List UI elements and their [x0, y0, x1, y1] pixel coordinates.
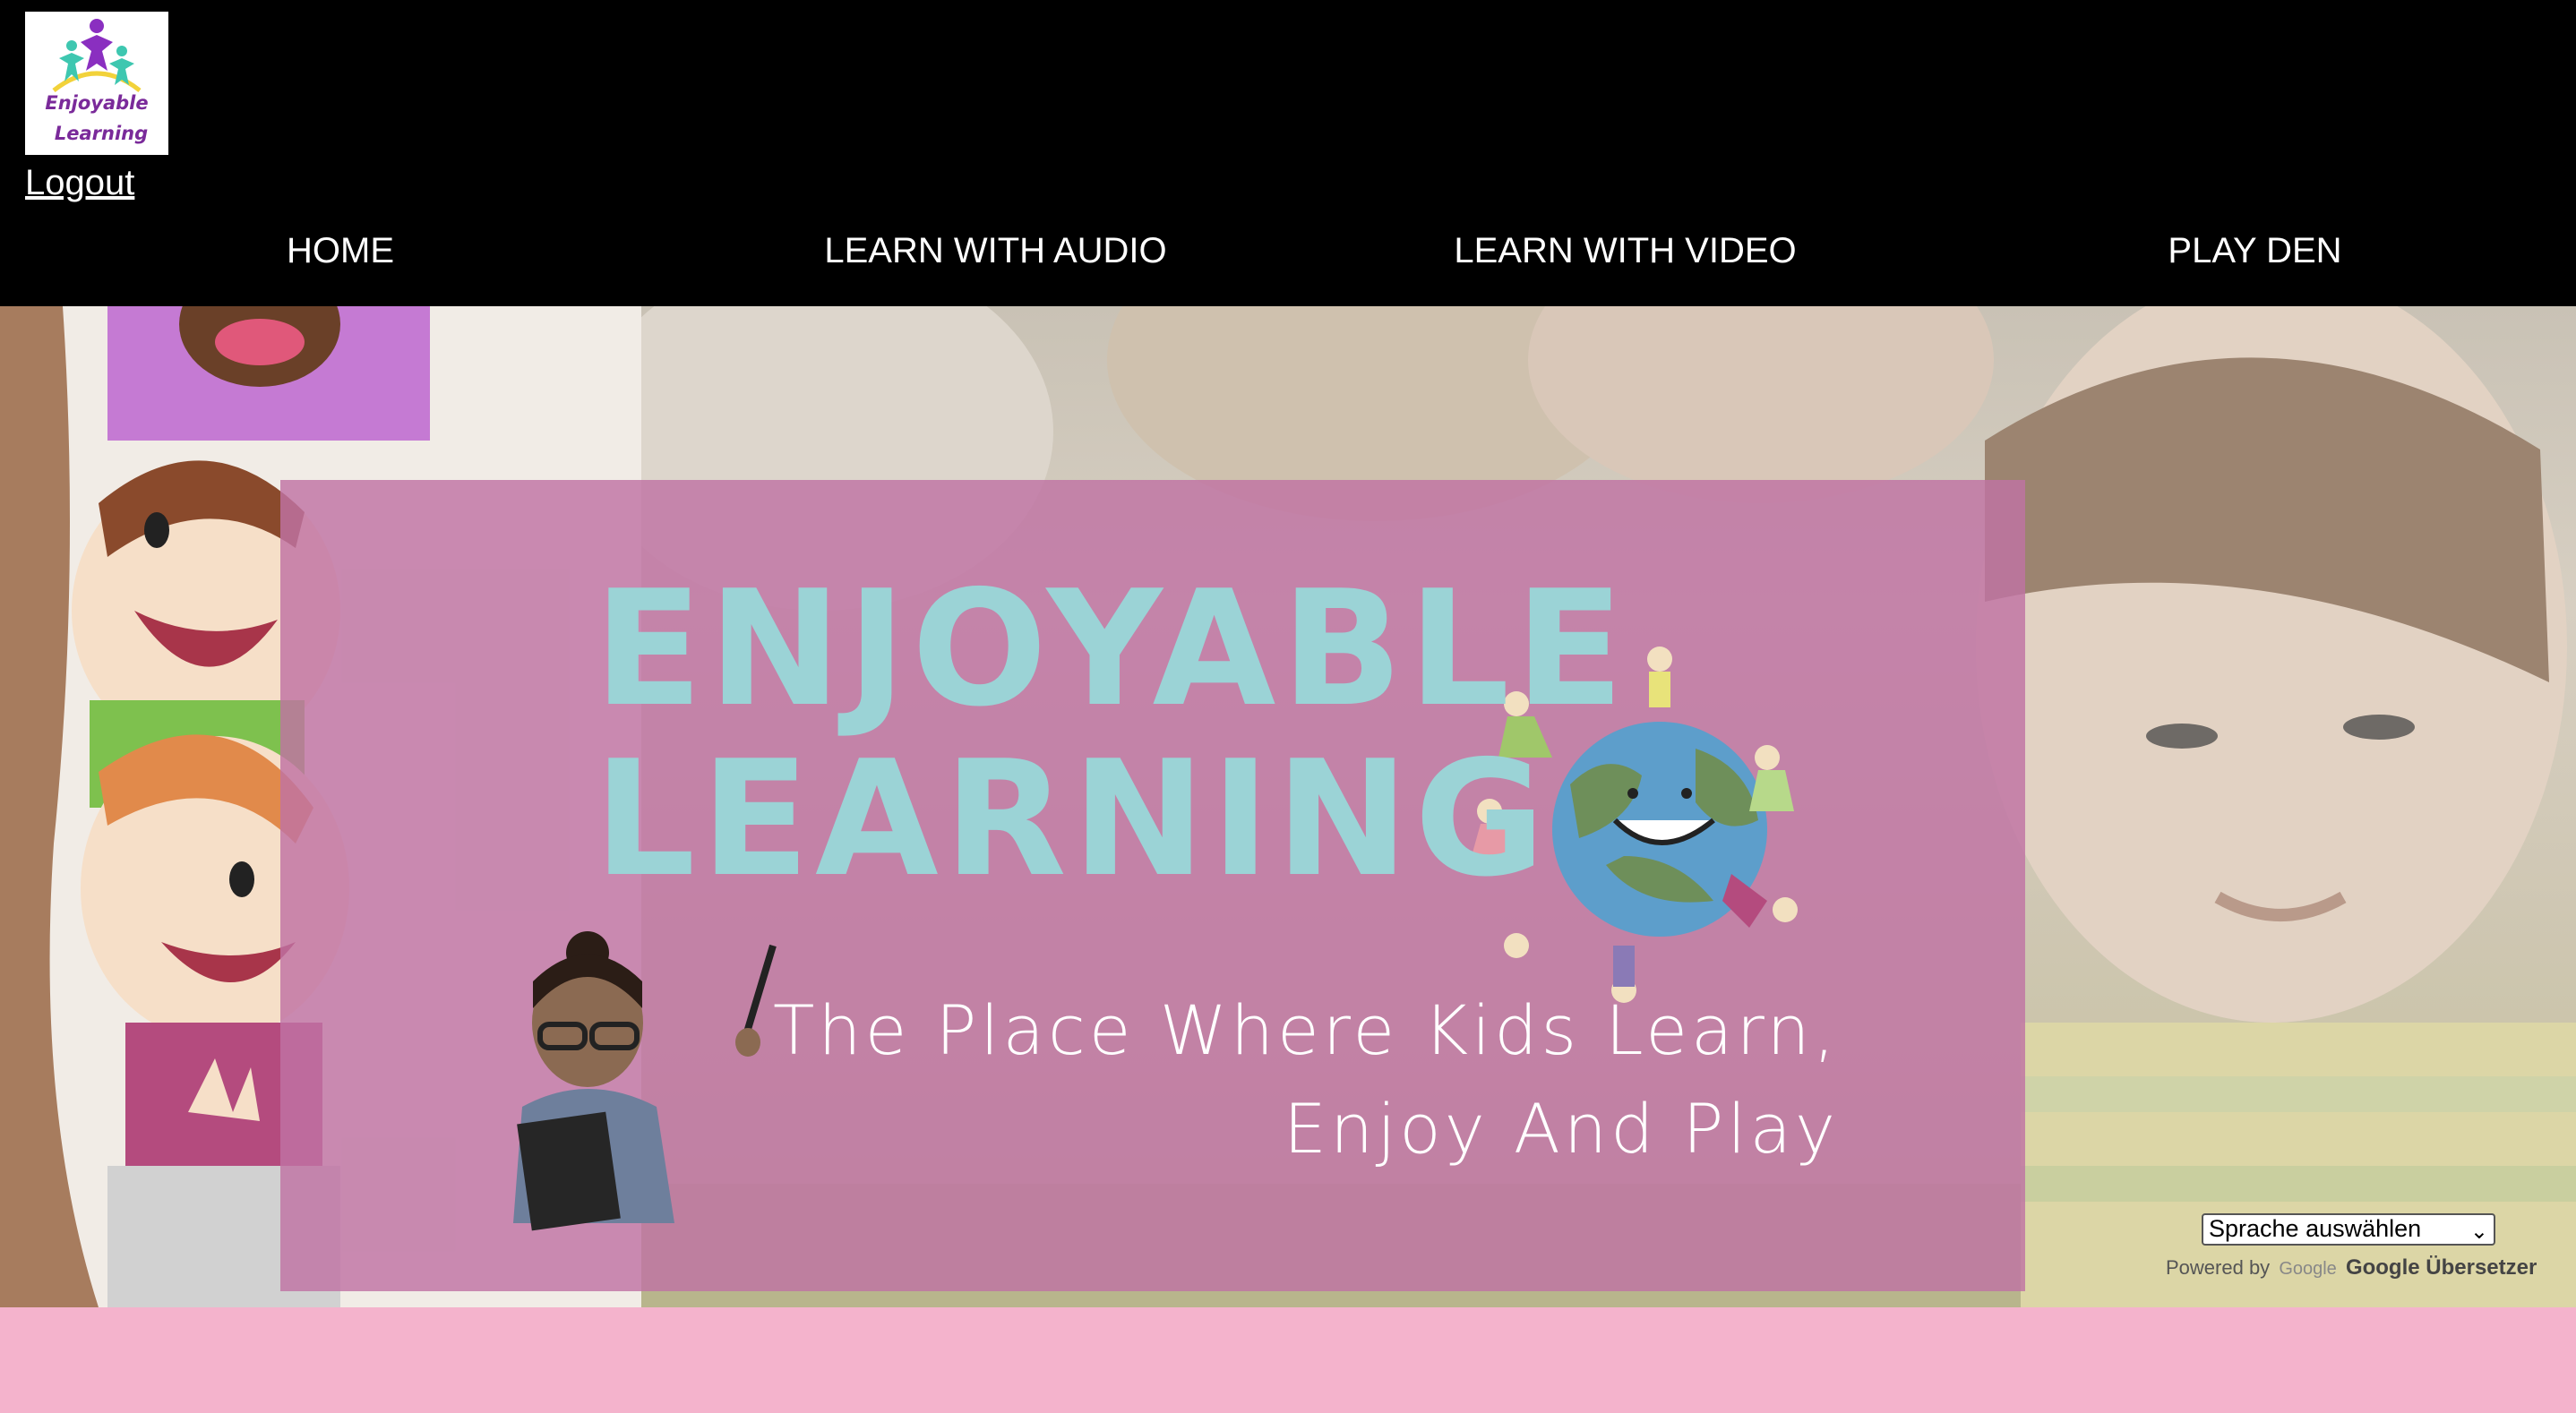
hero-tagline-line2: Enjoy And Play [1284, 1089, 1839, 1169]
chevron-down-icon: ⌄ [2469, 1220, 2488, 1244]
main-nav: HOME LEARN WITH AUDIO LEARN WITH VIDEO P… [0, 222, 2576, 279]
google-translate-attribution: Powered by Google Google Übersetzer [2166, 1255, 2537, 1280]
hero-title-line1: ENJOYABLE [594, 556, 1630, 741]
powered-by-label: Powered by [2166, 1256, 2271, 1279]
site-header: Enjoyable Learning Logout HOME LEARN WIT… [0, 0, 2576, 306]
nav-item-home[interactable]: HOME [0, 222, 681, 279]
footer-band [0, 1307, 2576, 1413]
nav-item-learn-with-audio[interactable]: LEARN WITH AUDIO [681, 222, 1310, 279]
hero-title-line2: LEARNING [594, 726, 1551, 912]
language-select[interactable]: Sprache auswählen ⌄ [2202, 1213, 2495, 1246]
language-select-value: Sprache auswählen [2209, 1215, 2422, 1242]
google-logo-icon: Google [2279, 1259, 2337, 1279]
logout-link[interactable]: Logout [25, 161, 134, 204]
logo-text-line1: Enjoyable [45, 92, 149, 114]
site-logo[interactable]: Enjoyable Learning [25, 12, 168, 155]
hero-section: ENJOYABLE LEARNING The Place Where Kids … [0, 306, 2576, 1307]
hero-tagline-line1: The Place Where Kids Learn, [773, 990, 1839, 1070]
hero-banner: ENJOYABLE LEARNING The Place Where Kids … [280, 480, 2025, 1291]
teacher-illustration [513, 931, 777, 1231]
google-translate-link[interactable]: Google Übersetzer [2346, 1255, 2537, 1280]
nav-item-learn-with-video[interactable]: LEARN WITH VIDEO [1310, 222, 1940, 279]
nav-item-play-den[interactable]: PLAY DEN [1940, 222, 2570, 279]
logo-text-line2: Learning [54, 123, 149, 144]
